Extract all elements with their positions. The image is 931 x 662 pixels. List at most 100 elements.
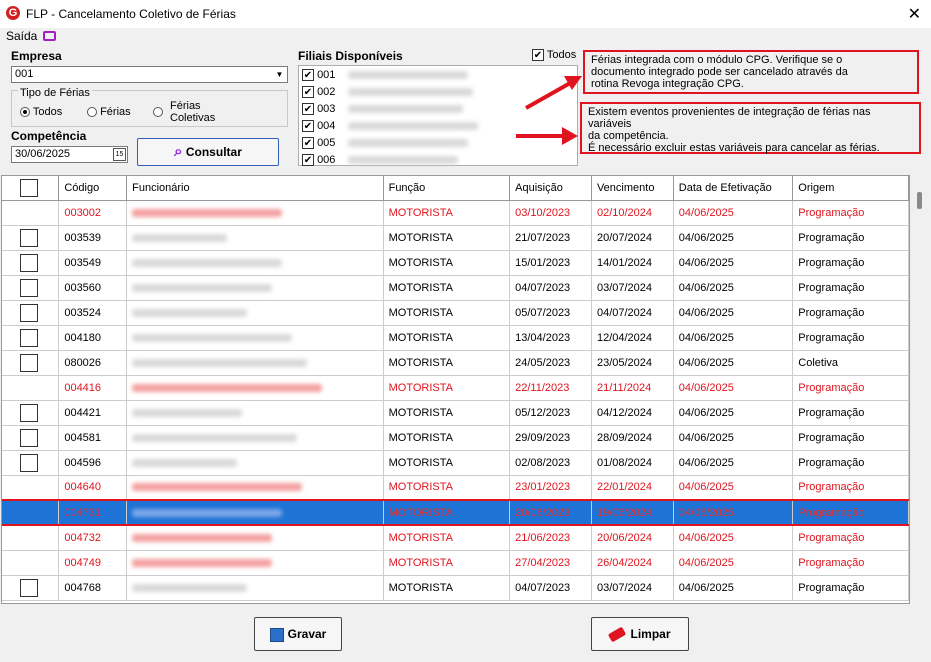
filial-item[interactable]: ✔ 002 [302, 86, 474, 103]
select-cell[interactable] [2, 475, 60, 501]
row-checkbox[interactable] [20, 253, 38, 272]
select-cell[interactable] [2, 325, 60, 351]
competencia-input[interactable]: 30/06/2025 15 [11, 146, 128, 163]
select-cell[interactable] [2, 275, 60, 301]
select-cell[interactable] [2, 400, 60, 426]
row-checkbox[interactable] [20, 353, 38, 372]
header-efetivacao[interactable]: Data de Efetivação [673, 176, 794, 201]
origem-cell: Programação [792, 425, 909, 451]
select-cell[interactable] [2, 225, 60, 251]
filial-item[interactable]: ✔ 005 [302, 137, 469, 154]
filial-item[interactable]: ✔ 003 [302, 103, 464, 120]
app-logo-icon: G [6, 6, 20, 20]
funcionario-cell [126, 425, 384, 451]
funcionario-cell [126, 350, 384, 376]
select-cell[interactable] [2, 350, 60, 376]
select-cell[interactable] [2, 300, 60, 326]
header-aquisicao[interactable]: Aquisição [509, 176, 592, 201]
select-cell[interactable] [2, 250, 60, 276]
table-row[interactable]: 004416 MOTORISTA 22/11/2023 21/11/2024 04/06… [2, 375, 909, 401]
row-checkbox[interactable] [20, 428, 38, 447]
calendar-icon[interactable]: 15 [113, 148, 126, 161]
funcionario-cell [126, 375, 384, 401]
todos-checkbox[interactable]: ✔ Todos [532, 49, 576, 62]
origem-cell: Programação [792, 250, 909, 276]
header-vencimento[interactable]: Vencimento [591, 176, 674, 201]
radio-ferias[interactable]: Férias [87, 106, 131, 118]
origem-cell: Programação [792, 225, 909, 251]
chevron-down-icon[interactable]: ▼ [273, 68, 286, 81]
info-cpg: Férias integrada com o módulo CPG. Verif… [583, 50, 919, 94]
table-row[interactable]: 003539 MOTORISTA 21/07/2023 20/07/2024 04/06… [2, 225, 909, 251]
header-funcao[interactable]: Função [383, 176, 511, 201]
table-row[interactable]: 003549 MOTORISTA 15/01/2023 14/01/2024 04/06… [2, 250, 909, 276]
table-row[interactable]: 003524 MOTORISTA 05/07/2023 04/07/2024 04/06… [2, 300, 909, 326]
select-cell[interactable] [2, 375, 60, 401]
row-checkbox[interactable] [20, 228, 38, 247]
row-checkbox[interactable] [20, 578, 38, 597]
limpar-button[interactable]: Limpar [591, 617, 689, 651]
filial-item[interactable]: ✔ 004 [302, 120, 479, 137]
header-funcionario[interactable]: Funcionário [126, 176, 384, 201]
origem-cell: Programação [792, 475, 909, 501]
todos-check-icon[interactable]: ✔ [532, 49, 544, 62]
consultar-button[interactable]: ⌕ Consultar [137, 138, 279, 166]
origem-cell: Programação [792, 325, 909, 351]
row-checkbox[interactable] [20, 403, 38, 422]
competencia-label: Competência [11, 129, 87, 143]
select-all-header[interactable] [2, 176, 60, 201]
menu-saida[interactable]: Saída [6, 29, 37, 43]
select-all-checkbox[interactable] [20, 178, 38, 197]
select-cell[interactable] [2, 499, 60, 526]
table-row[interactable]: 004732 MOTORISTA 21/06/2023 20/06/2024 04/06… [2, 525, 909, 551]
table-row[interactable]: 004596 MOTORISTA 02/08/2023 01/08/2024 04/06… [2, 450, 909, 476]
select-cell[interactable] [2, 550, 60, 576]
table-row[interactable]: 004768 MOTORISTA 04/07/2023 03/07/2024 04/06… [2, 575, 909, 601]
check-icon[interactable]: ✔ [302, 120, 314, 133]
origem-cell: Programação [792, 375, 909, 401]
table-row[interactable]: 004581 MOTORISTA 29/09/2023 28/09/2024 04/06… [2, 425, 909, 451]
filial-item[interactable]: ✔ 001 [302, 69, 469, 86]
header-origem[interactable]: Origem [792, 176, 909, 201]
origem-cell: Programação [792, 300, 909, 326]
check-icon[interactable]: ✔ [302, 103, 314, 116]
table-row[interactable]: 080026 MOTORISTA 24/05/2023 23/05/2024 04/06… [2, 350, 909, 376]
filial-item[interactable]: ✔ 006 [302, 154, 459, 171]
select-cell[interactable] [2, 450, 60, 476]
row-checkbox[interactable] [20, 303, 38, 322]
table-row[interactable]: 004421 MOTORISTA 05/12/2023 04/12/2024 04/06… [2, 400, 909, 426]
select-cell[interactable] [2, 575, 60, 601]
monitor-icon[interactable] [43, 31, 56, 41]
radio-coletivas[interactable] [153, 106, 163, 118]
vertical-scrollbar[interactable] [911, 175, 930, 604]
empresa-select[interactable]: 001 ▼ [11, 66, 288, 83]
check-icon[interactable]: ✔ [302, 69, 314, 82]
radio-todos[interactable]: Todos [20, 106, 62, 118]
header-codigo[interactable]: Código [58, 176, 128, 201]
check-icon[interactable]: ✔ [302, 154, 314, 167]
check-icon[interactable]: ✔ [302, 137, 314, 150]
scrollbar-thumb[interactable] [917, 192, 922, 209]
select-cell[interactable] [2, 525, 60, 551]
select-cell[interactable] [2, 425, 60, 451]
table-row[interactable]: 003002 MOTORISTA 03/10/2023 02/10/2024 04/06… [2, 200, 909, 226]
radio-coletivas-dot[interactable] [153, 107, 163, 118]
row-checkbox[interactable] [20, 328, 38, 347]
row-checkbox[interactable] [20, 453, 38, 472]
table-row[interactable]: 004640 MOTORISTA 23/01/2023 22/01/2024 04/06… [2, 475, 909, 501]
efetivacao-cell: 04/06/2025 [673, 400, 794, 426]
table-row[interactable]: 004180 MOTORISTA 13/04/2023 12/04/2024 04/06… [2, 325, 909, 351]
select-cell[interactable] [2, 200, 60, 226]
funcionario-name-redacted [132, 358, 308, 367]
check-icon[interactable]: ✔ [302, 86, 314, 99]
close-icon[interactable]: ✕ [908, 4, 921, 24]
table-row[interactable]: 004731 MOTORISTA 20/06/2023 19/06/2024 04/06… [2, 499, 909, 526]
gravar-button[interactable]: Gravar [254, 617, 342, 651]
funcao-cell: MOTORISTA [383, 225, 511, 251]
table-row[interactable]: 004749 MOTORISTA 27/04/2023 26/04/2024 04/06… [2, 550, 909, 576]
table-row[interactable]: 003560 MOTORISTA 04/07/2023 03/07/2024 04/06… [2, 275, 909, 301]
aquisicao-cell: 23/01/2023 [509, 475, 592, 501]
radio-ferias-dot[interactable] [87, 107, 97, 118]
radio-todos-dot[interactable] [20, 107, 30, 118]
row-checkbox[interactable] [20, 278, 38, 297]
